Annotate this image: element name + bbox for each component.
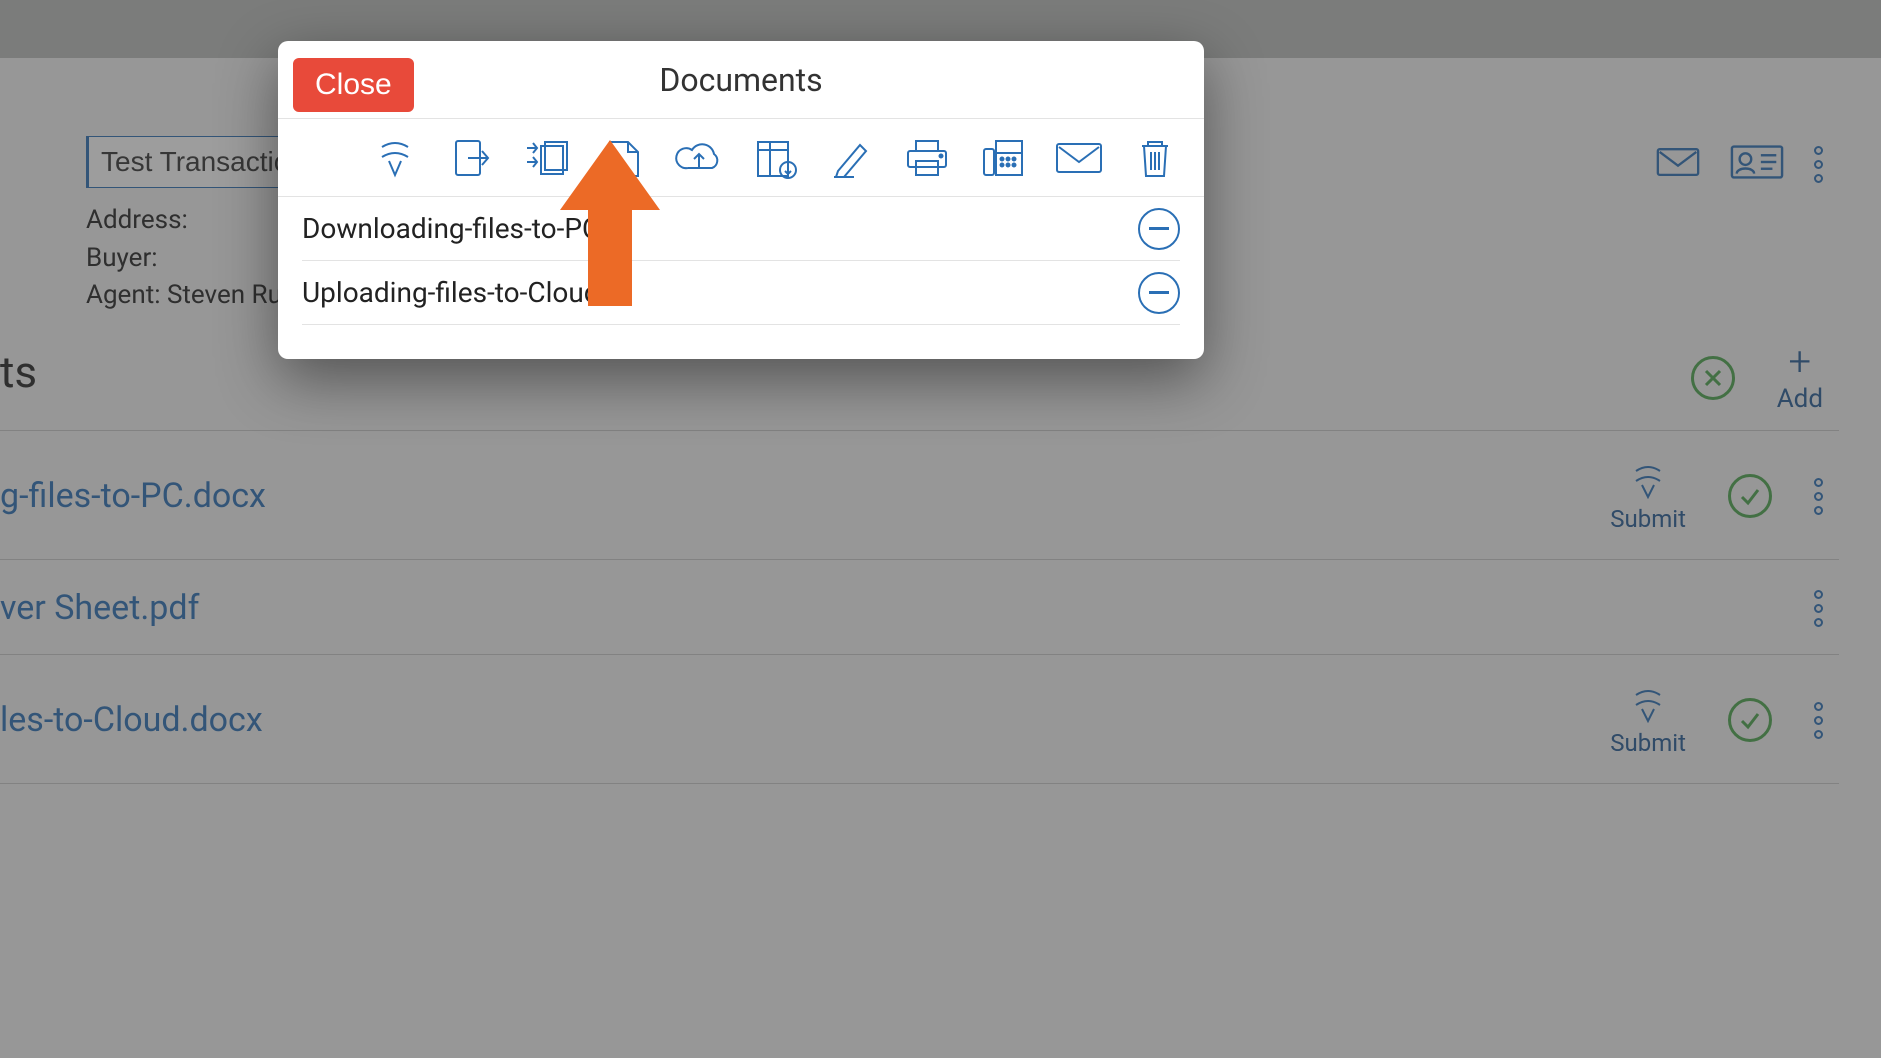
- minus-icon: [1149, 227, 1169, 230]
- minus-icon: [1149, 291, 1169, 294]
- cloud-upload-icon[interactable]: [674, 135, 724, 181]
- document-name: Downloading-files-to-PC: [302, 212, 1138, 245]
- close-button[interactable]: Close: [293, 58, 414, 112]
- document-name: Uploading-files-to-Cloud: [302, 276, 1138, 309]
- merge-icon[interactable]: [522, 135, 572, 181]
- fax-icon[interactable]: [978, 135, 1028, 181]
- archive-download-icon[interactable]: [750, 135, 800, 181]
- modal-title: Documents: [659, 61, 822, 99]
- print-icon[interactable]: [902, 135, 952, 181]
- mail-icon[interactable]: [1054, 135, 1104, 181]
- documents-modal: Close Documents: [278, 41, 1204, 359]
- remove-item-button[interactable]: [1138, 208, 1180, 250]
- new-doc-icon[interactable]: [598, 135, 648, 181]
- list-item[interactable]: Downloading-files-to-PC: [302, 197, 1180, 261]
- trash-icon[interactable]: [1130, 135, 1180, 181]
- sign-icon[interactable]: [826, 135, 876, 181]
- submit-icon[interactable]: [370, 135, 420, 181]
- list-item[interactable]: Uploading-files-to-Cloud: [302, 261, 1180, 325]
- modal-toolbar: [278, 119, 1204, 197]
- export-icon[interactable]: [446, 135, 496, 181]
- remove-item-button[interactable]: [1138, 272, 1180, 314]
- modal-document-list: Downloading-files-to-PC Uploading-files-…: [278, 197, 1204, 325]
